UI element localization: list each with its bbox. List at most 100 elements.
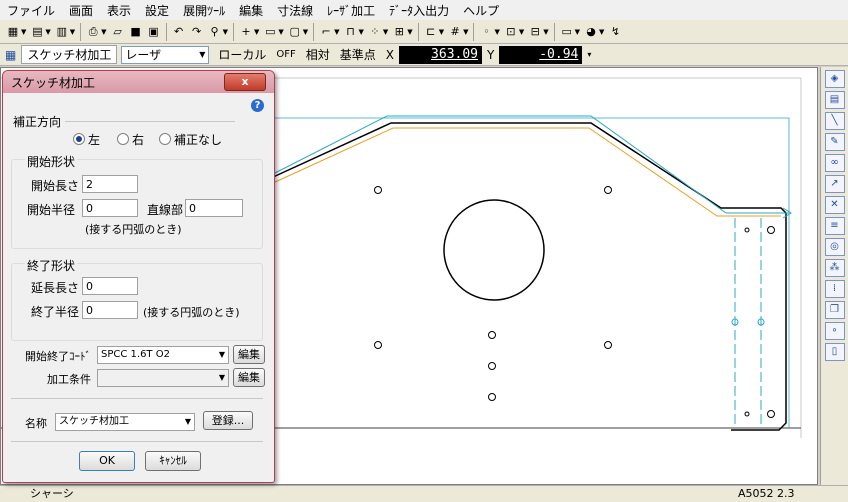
start-radius-input[interactable]: 0 bbox=[82, 199, 138, 217]
tangent-note-start: (接する円弧のとき) bbox=[85, 223, 182, 236]
toolbar-overflow-icon[interactable]: ▾ bbox=[582, 50, 596, 59]
pierce-icon: ◦ bbox=[483, 24, 490, 38]
redo-button[interactable]: ↷ bbox=[188, 22, 206, 42]
toolbar-separator bbox=[473, 22, 475, 41]
divider bbox=[11, 398, 263, 399]
local-toggle[interactable]: ローカル bbox=[213, 46, 271, 63]
help-icon[interactable]: ? bbox=[251, 99, 264, 112]
line-tool-icon: ⌐ bbox=[321, 24, 331, 38]
frame-button[interactable]: ▢ ▼ bbox=[286, 22, 310, 42]
cam-mode-button[interactable]: ▤ ▼ bbox=[28, 22, 52, 42]
base-point-button[interactable]: 基準点 bbox=[335, 46, 381, 63]
line-tool-button[interactable]: ⌐ ▼ bbox=[317, 22, 341, 42]
color-button[interactable]: ◕ ▼ bbox=[582, 22, 606, 42]
start-end-code-value: SPCC 1.6T O2 bbox=[101, 349, 170, 360]
save-as-button[interactable]: ▣ bbox=[145, 22, 163, 42]
toolbar-separator bbox=[80, 22, 82, 41]
chevron-down-icon: ▼ bbox=[218, 350, 225, 359]
start-end-code-select[interactable]: SPCC 1.6T O2 ▼ bbox=[97, 346, 229, 364]
pierce-button[interactable]: ◦ ▼ bbox=[477, 22, 501, 42]
pen-tool-icon[interactable]: ✎ bbox=[824, 133, 845, 151]
register-button[interactable]: 登録... bbox=[203, 411, 253, 430]
rect-button[interactable]: ▭ ▼ bbox=[261, 22, 285, 42]
undo-button[interactable]: ↶ bbox=[170, 22, 188, 42]
menu-unfold-tool[interactable]: 展開ﾂｰﾙ bbox=[176, 2, 232, 19]
line-tool-icon[interactable]: ╲ bbox=[824, 112, 845, 130]
cad-mode-button[interactable]: ▦ ▼ bbox=[4, 22, 28, 42]
eraser-tool-icon[interactable]: ◈ bbox=[824, 70, 845, 88]
erase-button[interactable]: ▱ bbox=[109, 22, 127, 42]
sheet-button[interactable]: ⊟ ▼ bbox=[526, 22, 550, 42]
radio-none-label: 補正なし bbox=[174, 133, 223, 147]
menu-edit[interactable]: 編集 bbox=[232, 2, 270, 19]
menu-data-io[interactable]: ﾃﾞｰﾀ入出力 bbox=[382, 2, 456, 19]
edit-code-button[interactable]: 編集 bbox=[233, 345, 265, 364]
off-toggle[interactable]: OFF bbox=[271, 49, 300, 60]
name-select[interactable]: スケッチ材加工 ▼ bbox=[55, 413, 195, 431]
pattern-icon: ⁘ bbox=[370, 24, 380, 38]
pattern-button[interactable]: ⁘ ▼ bbox=[366, 22, 390, 42]
status-bar: シャーシ A5052 2.3 bbox=[0, 485, 848, 502]
bend-button[interactable]: ⊏ ▼ bbox=[422, 22, 446, 42]
radio-none[interactable]: 補正なし bbox=[159, 131, 222, 148]
straight-input[interactable]: 0 bbox=[185, 199, 243, 217]
align-tool-icon[interactable]: ≡ bbox=[824, 217, 845, 235]
start-length-input[interactable]: 2 bbox=[82, 175, 138, 193]
edit-condition-button[interactable]: 編集 bbox=[233, 368, 265, 387]
toolbar-separator bbox=[553, 22, 555, 41]
move-tool-icon[interactable]: ↗ bbox=[824, 175, 845, 193]
menu-laser[interactable]: ﾚｰｻﾞ加工 bbox=[320, 2, 382, 19]
extend-length-input[interactable]: 0 bbox=[82, 277, 138, 295]
menu-bar: ファイル 画面 表示 設定 展開ﾂｰﾙ 編集 寸法線 ﾚｰｻﾞ加工 ﾃﾞｰﾀ入出… bbox=[0, 0, 848, 21]
sim-mode-button[interactable]: ▥ ▼ bbox=[53, 22, 77, 42]
radio-left-label: 左 bbox=[88, 133, 101, 147]
radio-right-dot bbox=[117, 133, 129, 145]
number-button[interactable]: # ▼ bbox=[446, 22, 470, 42]
end-shape-label: 終了形状 bbox=[25, 257, 78, 274]
zoom-button[interactable]: ⚲ ▼ bbox=[206, 22, 230, 42]
snap-button[interactable]: + ▼ bbox=[237, 22, 261, 42]
cancel-button[interactable]: ｷｬﾝｾﾙ bbox=[145, 451, 201, 471]
close-button[interactable]: x bbox=[224, 73, 266, 91]
ok-button[interactable]: OK bbox=[79, 451, 135, 471]
eraser-icon: ▱ bbox=[113, 24, 122, 38]
laser-select[interactable]: レーザ ▼ bbox=[121, 45, 210, 64]
menu-dimension[interactable]: 寸法線 bbox=[270, 2, 320, 19]
target-tool-icon[interactable]: ◎ bbox=[824, 238, 845, 256]
end-radius-label: 終了半径 bbox=[31, 305, 80, 319]
menu-view[interactable]: 表示 bbox=[100, 2, 138, 19]
cad-icon: ▦ bbox=[7, 24, 19, 38]
start-end-code-label: 開始終了ｺｰﾄﾞ bbox=[25, 350, 91, 363]
radio-right[interactable]: 右 bbox=[117, 131, 144, 148]
end-radius-input[interactable]: 0 bbox=[82, 301, 138, 319]
node-tool-icon[interactable]: ∘ bbox=[824, 322, 845, 340]
palette-icon: ◕ bbox=[586, 24, 596, 38]
step-tool-button[interactable]: ⊓ ▼ bbox=[342, 22, 366, 42]
color-dots-icon[interactable]: ⁂ bbox=[824, 259, 845, 277]
nc-button[interactable]: ↯ bbox=[606, 22, 624, 42]
nest-button[interactable]: ⊡ ▼ bbox=[502, 22, 526, 42]
layout-button[interactable]: ⊞ ▼ bbox=[390, 22, 414, 42]
nc-icon: ↯ bbox=[610, 24, 621, 38]
sketch-processing-dialog: スケッチ材加工 x ? 補正方向 左 右 補正なし 開始形状 開始長さ 2 開始… bbox=[2, 70, 275, 483]
document-tool-icon[interactable]: ▯ bbox=[824, 343, 845, 361]
display-button[interactable]: ▭ ▼ bbox=[558, 22, 582, 42]
chain-tool-icon[interactable]: ∞ bbox=[824, 154, 845, 172]
print-button[interactable]: ⎙ ▼ bbox=[84, 22, 108, 42]
menu-screen[interactable]: 画面 bbox=[62, 2, 100, 19]
save-button[interactable]: ■ bbox=[127, 22, 145, 42]
relative-toggle[interactable]: 相対 bbox=[301, 46, 335, 63]
main-toolbar: ▦ ▼ ▤ ▼ ▥ ▼ ⎙ ▼ ▱ ■ ▣ ↶ ↷ ⚲ ▼ + ▼ ▭ ▼ ▢ ▼ ⌐ ▼ ⊓ ▼ … bbox=[0, 20, 848, 44]
menu-settings[interactable]: 設定 bbox=[138, 2, 176, 19]
layer-tool-icon[interactable]: ▤ bbox=[824, 91, 845, 109]
cross-tool-icon[interactable]: ✕ bbox=[824, 196, 845, 214]
tangent-note-end: (接する円弧のとき) bbox=[143, 306, 240, 319]
copy-tool-icon[interactable]: ❐ bbox=[824, 301, 845, 319]
grid-dots-icon[interactable]: ⁞ bbox=[824, 280, 845, 298]
menu-file[interactable]: ファイル bbox=[0, 2, 62, 19]
divider bbox=[65, 121, 235, 122]
process-condition-select[interactable]: ▼ bbox=[97, 369, 229, 387]
mode-toolbar: ▦ スケッチ材加工 レーザ ▼ ローカル OFF 相対 基準点 X 363.09… bbox=[0, 44, 848, 66]
radio-left[interactable]: 左 bbox=[73, 131, 100, 148]
menu-help[interactable]: ヘルプ bbox=[456, 2, 506, 19]
